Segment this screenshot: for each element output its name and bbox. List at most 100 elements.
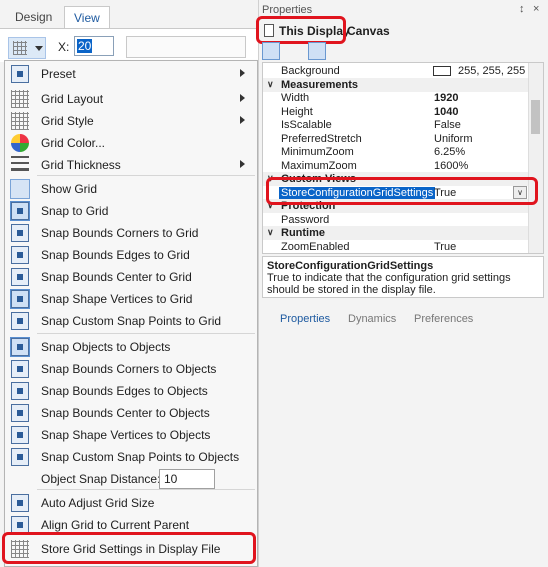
- menu-item-grid-layout[interactable]: Grid Layout: [5, 88, 257, 110]
- events-icon[interactable]: [330, 42, 348, 60]
- snap-to-grid-icon: [10, 201, 30, 221]
- menu-item-grid-color[interactable]: Grid Color...: [5, 132, 257, 154]
- menu-item-snap-custom-snap-points-to-objects[interactable]: Snap Custom Snap Points to Objects: [5, 446, 257, 468]
- menu-item-show-grid[interactable]: Show Grid: [5, 178, 257, 200]
- close-icon[interactable]: ×: [533, 3, 539, 15]
- pin-icon[interactable]: ↕: [519, 3, 525, 15]
- menu-item-snap-to-grid[interactable]: Snap to Grid: [5, 200, 257, 222]
- menu-item-label: Preset: [41, 67, 76, 81]
- property-value[interactable]: False: [434, 119, 461, 131]
- highlight-store-grid: [2, 532, 256, 564]
- categorized-icon[interactable]: [262, 42, 280, 60]
- property-row[interactable]: Height 1040: [263, 105, 529, 119]
- snap-custom-points-icon: [11, 312, 29, 330]
- property-row[interactable]: MaximumZoom 1600%: [263, 159, 529, 173]
- snap-distance-input[interactable]: 10: [159, 469, 215, 489]
- x-value: 20: [77, 39, 93, 53]
- snap-edges-icon: [11, 246, 29, 264]
- menu-item-label: Snap Shape Vertices to Grid: [41, 292, 193, 306]
- menu-item-snap-shape-vertices-to-objects[interactable]: Snap Shape Vertices to Objects: [5, 424, 257, 446]
- tab-view[interactable]: View: [64, 6, 110, 28]
- menu-item-snap-bounds-edges-to-objects[interactable]: Snap Bounds Edges to Objects: [5, 380, 257, 402]
- property-value[interactable]: 6.25%: [434, 146, 465, 158]
- property-row[interactable]: Background 255, 255, 255: [263, 64, 529, 78]
- property-value[interactable]: Uniform: [434, 133, 473, 145]
- property-row[interactable]: MinimumZoom 6.25%: [263, 145, 529, 159]
- collapse-icon[interactable]: ∨: [267, 79, 274, 90]
- tab-properties[interactable]: Properties: [280, 313, 330, 325]
- menu-separator: [37, 175, 255, 176]
- property-value[interactable]: 1600%: [434, 160, 468, 172]
- vertical-scrollbar[interactable]: [528, 63, 543, 253]
- menu-item-preset[interactable]: Preset: [5, 63, 257, 85]
- menu-item-grid-thickness[interactable]: Grid Thickness: [5, 154, 257, 176]
- menu-item-object-snap-distance[interactable]: Object Snap Distance: 10: [5, 468, 257, 490]
- menu-item-auto-adjust-grid-size[interactable]: Auto Adjust Grid Size: [5, 492, 257, 514]
- category-row[interactable]: ∨ Measurements: [263, 77, 529, 92]
- menu-item-snap-bounds-center-to-objects[interactable]: Snap Bounds Center to Objects: [5, 402, 257, 424]
- tab-dynamics[interactable]: Dynamics: [348, 313, 396, 325]
- menu-item-label: Snap Objects to Objects: [41, 340, 171, 354]
- menu-item-label: Show Grid: [41, 182, 98, 196]
- property-value[interactable]: 255, 255, 255: [458, 65, 525, 77]
- x-input[interactable]: 20: [74, 36, 114, 56]
- menu-item-label: Snap Custom Snap Points to Grid: [41, 314, 222, 328]
- chevron-right-icon: [240, 69, 245, 77]
- tab-preferences[interactable]: Preferences: [414, 313, 473, 325]
- properties-view-icon[interactable]: [308, 42, 326, 60]
- line-thickness-icon: [11, 156, 29, 174]
- menu-item-label: Grid Thickness: [41, 158, 121, 172]
- highlight-store-config: [266, 177, 538, 205]
- menu-item-label: Snap Bounds Corners to Objects: [41, 362, 217, 376]
- property-name: PreferredStretch: [281, 132, 362, 145]
- property-row[interactable]: ZoomEnabled True: [263, 240, 529, 254]
- property-value[interactable]: 1040: [434, 106, 458, 118]
- grid-dropdown-button[interactable]: [8, 37, 46, 59]
- menu-item-snap-shape-vertices-to-grid[interactable]: Snap Shape Vertices to Grid: [5, 288, 257, 310]
- preset-icon: [11, 65, 29, 83]
- chevron-right-icon: [240, 116, 245, 124]
- menu-item-label: Auto Adjust Grid Size: [41, 496, 155, 510]
- property-name: Width: [281, 92, 310, 104]
- menu-item-snap-custom-snap-points-to-grid[interactable]: Snap Custom Snap Points to Grid: [5, 310, 257, 332]
- bottom-tabs: Properties Dynamics Preferences: [262, 310, 544, 330]
- property-row[interactable]: Width 1920: [263, 91, 529, 105]
- ribbon-gallery[interactable]: [126, 36, 246, 58]
- menu-item-snap-bounds-edges-to-grid[interactable]: Snap Bounds Edges to Grid: [5, 244, 257, 266]
- sort-alpha-icon[interactable]: [284, 42, 302, 60]
- category-row[interactable]: ∨ Runtime: [263, 226, 529, 240]
- menu-item-label: Align Grid to Current Parent: [41, 518, 190, 532]
- auto-adjust-icon: [11, 494, 29, 512]
- grid-icon: [13, 41, 27, 55]
- snap-vertices-icon: [10, 289, 30, 309]
- menu-item-snap-bounds-corners-to-grid[interactable]: Snap Bounds Corners to Grid: [5, 222, 257, 244]
- property-grid: Background 255, 255, 255 ∨ Measurements Widt…: [262, 62, 544, 254]
- menu-separator: [37, 333, 255, 334]
- scrollbar-thumb[interactable]: [531, 100, 540, 134]
- tab-design[interactable]: Design: [6, 6, 61, 28]
- collapse-icon[interactable]: ∨: [267, 227, 274, 238]
- property-row[interactable]: PreferredStretch Uniform: [263, 132, 529, 146]
- property-value[interactable]: 1920: [434, 92, 458, 104]
- property-row[interactable]: Password: [263, 213, 529, 227]
- menu-item-label: Grid Style: [41, 114, 94, 128]
- snap-center-objects-icon: [11, 404, 29, 422]
- menu-item-grid-style[interactable]: Grid Style: [5, 110, 257, 132]
- menu-item-snap-bounds-center-to-grid[interactable]: Snap Bounds Center to Grid: [5, 266, 257, 288]
- menu-item-snap-objects-to-objects[interactable]: Snap Objects to Objects: [5, 336, 257, 358]
- snap-corners-objects-icon: [11, 360, 29, 378]
- property-pages-icon[interactable]: [352, 42, 370, 60]
- property-name: MaximumZoom: [281, 159, 357, 172]
- menu-item-snap-bounds-corners-to-objects[interactable]: Snap Bounds Corners to Objects: [5, 358, 257, 380]
- menu-item-label: Snap Bounds Corners to Grid: [41, 226, 199, 240]
- property-name: Height: [281, 105, 313, 118]
- menu-separator: [37, 489, 255, 490]
- snap-edges-objects-icon: [11, 382, 29, 400]
- snap-objects-icon: [10, 337, 30, 357]
- chevron-right-icon: [240, 94, 245, 102]
- chevron-down-icon: [35, 46, 43, 51]
- properties-title: Properties: [262, 4, 313, 16]
- property-row[interactable]: IsScalable False: [263, 118, 529, 132]
- menu-item-label: Grid Layout: [41, 92, 104, 106]
- property-value[interactable]: True: [434, 241, 456, 253]
